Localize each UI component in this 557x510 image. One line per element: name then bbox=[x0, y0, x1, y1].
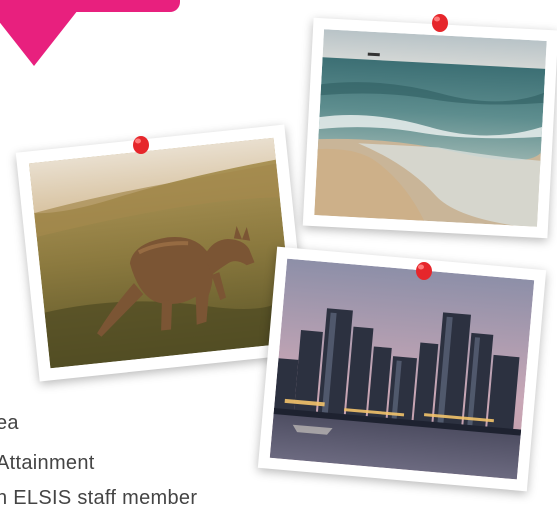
kangaroo-photo-frame bbox=[15, 124, 309, 382]
city-skyline-photo bbox=[269, 258, 535, 480]
city-skyline-photo-frame bbox=[257, 246, 547, 492]
pink-banner-tip bbox=[0, 10, 78, 66]
red-pushpin-icon bbox=[416, 262, 432, 280]
text-line-1: ea bbox=[0, 412, 19, 434]
beach-photo bbox=[314, 29, 547, 227]
red-pushpin-icon bbox=[432, 14, 448, 32]
beach-photo-frame bbox=[302, 17, 557, 239]
text-line-2: Attainment bbox=[0, 452, 95, 474]
text-line-3: n ELSIS staff member bbox=[0, 487, 198, 509]
kangaroo-photo bbox=[28, 137, 296, 369]
red-pushpin-icon bbox=[133, 136, 149, 154]
